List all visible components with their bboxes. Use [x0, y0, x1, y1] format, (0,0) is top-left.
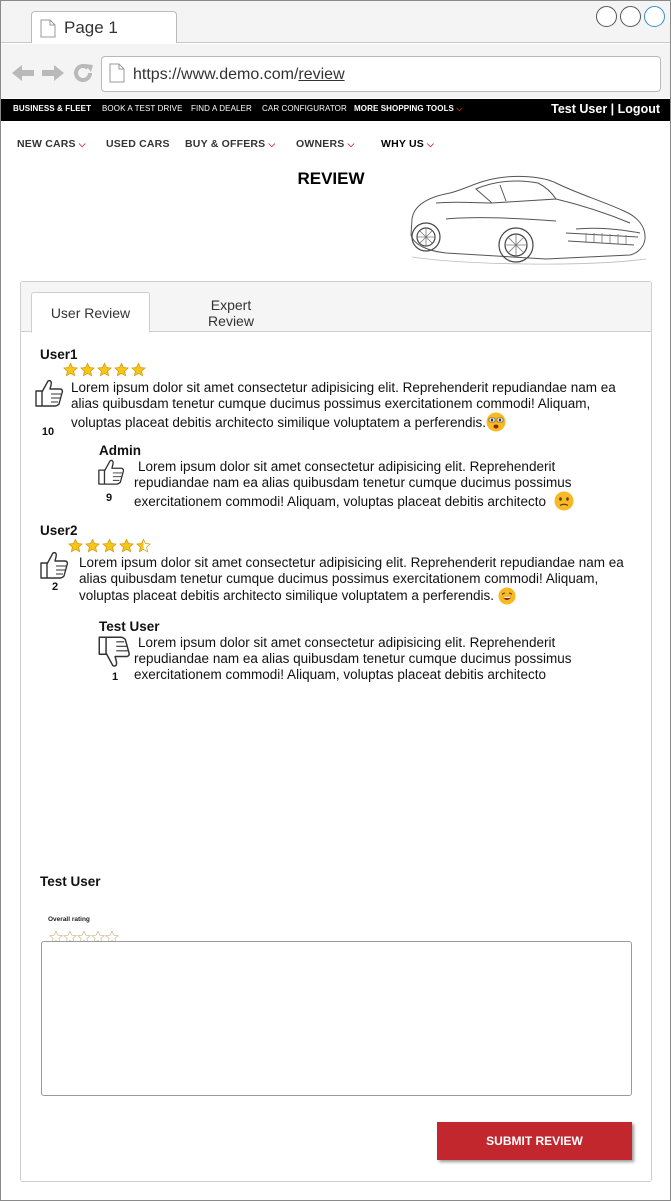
star-filled-icon	[97, 362, 112, 377]
star-filled-icon	[119, 538, 134, 553]
car-sketch-image	[410, 175, 647, 265]
topbar-link-find-dealer[interactable]: FIND A DEALER	[191, 104, 252, 113]
url-text: https://www.demo.com/review	[133, 66, 345, 84]
submit-review-button[interactable]: SUBMIT REVIEW	[437, 1122, 632, 1160]
composer-user-name: Test User	[40, 874, 101, 889]
reply-user-name: Admin	[99, 443, 141, 458]
emoji-cool-icon	[486, 412, 506, 436]
topbar-link-business-fleet[interactable]: BUSINESS & FLEET	[13, 104, 91, 113]
tab-title: Page 1	[64, 18, 118, 37]
nav-new-cars[interactable]: NEW CARS ⌵	[17, 138, 86, 150]
reply-text-body: Lorem ipsum dolor sit amet consectetur a…	[134, 459, 572, 509]
emoji-confused-icon	[550, 491, 574, 515]
page-title: REVIEW	[297, 169, 365, 188]
user-name-link[interactable]: Test User	[551, 102, 607, 116]
review-panel: User Review Expert Review User1 10 Lorem…	[20, 281, 652, 1182]
browser-window: Page 1 https://www.demo.com/review BUSIN…	[0, 0, 671, 1201]
emoji-laughing-icon	[498, 587, 516, 609]
nav-new-cars-label: NEW CARS	[17, 138, 76, 150]
thumbs-up-icon[interactable]	[97, 458, 125, 491]
tab-expert-review-line1: Expert	[210, 297, 252, 313]
tab-user-review[interactable]: User Review	[31, 292, 150, 333]
nav-buy-offers-label: BUY & OFFERS	[185, 138, 266, 150]
page-icon	[109, 63, 125, 88]
logout-link[interactable]: Logout	[618, 102, 660, 116]
review-textarea[interactable]	[41, 941, 632, 1096]
more-shopping-tools-label: MORE SHOPPING TOOLS	[354, 104, 454, 113]
window-minimize-button[interactable]	[596, 6, 617, 27]
overall-rating-label: Overall rating	[48, 916, 90, 923]
review-text: Lorem ipsum dolor sit amet consectetur a…	[79, 555, 635, 609]
dislike-count: 1	[111, 671, 119, 683]
like-count: 9	[105, 492, 113, 504]
review-tabs: User Review Expert Review	[21, 282, 651, 333]
nav-buy-offers[interactable]: BUY & OFFERS ⌵	[185, 138, 275, 150]
star-rating	[63, 362, 146, 377]
star-filled-icon	[80, 362, 95, 377]
nav-used-cars[interactable]: USED CARS	[106, 138, 170, 150]
address-bar[interactable]: https://www.demo.com/review	[101, 56, 661, 92]
star-filled-icon	[85, 538, 100, 553]
account-links: Test User | Logout	[551, 102, 660, 116]
chevron-down-icon: ⌵	[347, 139, 355, 149]
review-user-name: User2	[40, 523, 78, 538]
nav-owners[interactable]: OWNERS ⌵	[296, 138, 354, 150]
reply-user-name: Test User	[99, 619, 160, 634]
page-icon	[40, 19, 56, 43]
review-text: Lorem ipsum dolor sit amet consectetur a…	[71, 380, 633, 436]
star-filled-icon	[114, 362, 129, 377]
star-filled-icon	[68, 538, 83, 553]
forward-arrow-icon[interactable]	[41, 63, 65, 88]
nav-owners-label: OWNERS	[296, 138, 345, 150]
nav-why-us[interactable]: WHY US ⌵	[381, 138, 434, 150]
tab-expert-review-line2: Review	[208, 313, 254, 329]
topbar-link-more-shopping-tools[interactable]: MORE SHOPPING TOOLS ⌵	[354, 104, 463, 114]
tab-expert-review[interactable]: Expert Review	[191, 297, 271, 329]
nav-why-us-label: WHY US	[381, 138, 425, 150]
star-filled-icon	[131, 362, 146, 377]
reload-icon[interactable]	[72, 62, 94, 89]
thumbs-up-icon[interactable]	[39, 550, 69, 585]
chevron-down-icon: ⌵	[78, 139, 86, 149]
review-text-body: Lorem ipsum dolor sit amet consectetur a…	[71, 380, 616, 430]
chevron-down-icon: ⌵	[268, 139, 276, 149]
like-count: 10	[41, 426, 55, 438]
thumbs-down-icon[interactable]	[97, 635, 131, 674]
main-nav: NEW CARS ⌵ USED CARS BUY & OFFERS ⌵ OWNERS…	[1, 129, 670, 159]
star-filled-icon	[102, 538, 117, 553]
account-separator: |	[610, 102, 615, 116]
browser-tab[interactable]: Page 1	[31, 11, 177, 43]
reply-text: Lorem ipsum dolor sit amet consectetur a…	[134, 459, 609, 515]
chevron-down-icon: ⌵	[456, 104, 463, 113]
like-count: 2	[51, 581, 59, 593]
star-half-icon	[136, 538, 151, 553]
url-path: review	[298, 66, 345, 83]
window-close-button[interactable]	[644, 6, 665, 27]
browser-toolbar: https://www.demo.com/review	[1, 44, 670, 98]
url-base: https://www.demo.com/	[133, 66, 299, 83]
topbar-link-book-test-drive[interactable]: BOOK A TEST DRIVE	[102, 104, 183, 113]
browser-tabstrip: Page 1	[1, 1, 670, 43]
topbar-link-car-configurator[interactable]: CAR CONFIGURATOR	[262, 104, 347, 113]
review-user-name: User1	[40, 347, 78, 362]
back-arrow-icon[interactable]	[11, 63, 35, 88]
review-text-body: Lorem ipsum dolor sit amet consectetur a…	[79, 555, 624, 603]
thumbs-up-icon[interactable]	[34, 378, 64, 413]
site-top-bar: BUSINESS & FLEET BOOK A TEST DRIVE FIND …	[1, 99, 670, 121]
chevron-down-icon: ⌵	[427, 139, 435, 149]
reply-text: Lorem ipsum dolor sit amet consectetur a…	[134, 635, 572, 682]
window-maximize-button[interactable]	[620, 6, 641, 27]
star-rating	[68, 538, 151, 553]
star-filled-icon	[63, 362, 78, 377]
